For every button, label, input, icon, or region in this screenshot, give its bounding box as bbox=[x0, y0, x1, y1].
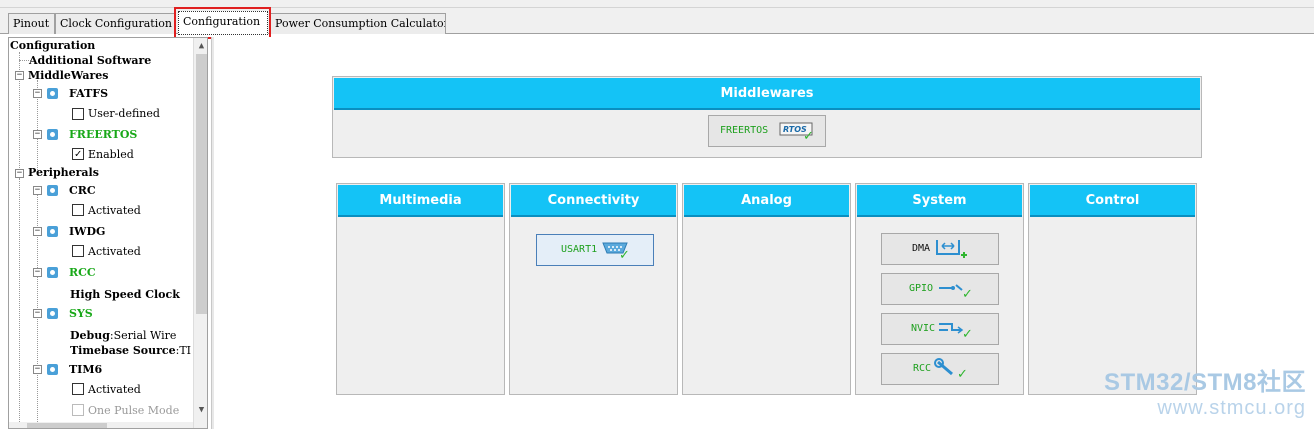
tree-fatfs[interactable]: FATFS bbox=[69, 87, 108, 101]
category-control: Control bbox=[1028, 183, 1197, 395]
control-header: Control bbox=[1030, 185, 1195, 217]
tree-content: Configuration Additional Software − Midd… bbox=[9, 38, 193, 428]
connectivity-header: Connectivity bbox=[511, 185, 676, 217]
tree-freertos[interactable]: FREERTOS bbox=[69, 128, 137, 142]
tab-configuration[interactable]: Configuration bbox=[178, 11, 268, 35]
collapse-icon[interactable]: − bbox=[33, 130, 42, 139]
tim6-activated-label: Activated bbox=[88, 383, 141, 396]
rcc-button[interactable]: RCC ✓ bbox=[881, 353, 999, 385]
crc-activated-checkbox[interactable] bbox=[72, 204, 84, 216]
gear-icon bbox=[47, 129, 58, 140]
gear-icon bbox=[47, 88, 58, 99]
tim6-activated-checkbox[interactable] bbox=[72, 383, 84, 395]
gear-icon bbox=[47, 226, 58, 237]
multimedia-header: Multimedia bbox=[338, 185, 503, 217]
hscroll-thumb[interactable] bbox=[27, 423, 107, 428]
top-strip bbox=[0, 0, 1314, 8]
scroll-down-icon[interactable]: ▼ bbox=[196, 404, 207, 416]
usart1-button[interactable]: USART1 ✓ bbox=[536, 234, 654, 266]
enabled-check-icon: ✓ bbox=[803, 129, 814, 144]
analog-header: Analog bbox=[684, 185, 849, 217]
system-header: System bbox=[857, 185, 1022, 217]
gear-icon bbox=[47, 185, 58, 196]
collapse-icon[interactable]: − bbox=[15, 169, 24, 178]
fatfs-user-defined-label: User-defined bbox=[88, 107, 160, 120]
gear-icon bbox=[47, 364, 58, 375]
tree-peripherals[interactable]: Peripherals bbox=[28, 166, 99, 180]
tim6-one-pulse-checkbox[interactable] bbox=[72, 404, 84, 416]
category-multimedia: Multimedia bbox=[336, 183, 505, 395]
collapse-icon[interactable]: − bbox=[33, 309, 42, 318]
dma-button[interactable]: DMA bbox=[881, 233, 999, 265]
enabled-check-icon: ✓ bbox=[962, 287, 973, 302]
freertos-enabled-label: Enabled bbox=[88, 148, 134, 161]
middlewares-panel: Middlewares FREERTOS RTOS ✓ bbox=[332, 76, 1202, 158]
tree-vertical-scrollbar[interactable]: ▲ ▼ bbox=[193, 38, 207, 428]
rcc-high-speed-clock[interactable]: High Speed Clock bbox=[70, 288, 180, 302]
freertos-enabled-checkbox[interactable]: ✓ bbox=[72, 148, 84, 160]
gear-icon bbox=[47, 267, 58, 278]
freertos-button[interactable]: FREERTOS RTOS ✓ bbox=[708, 115, 826, 147]
watermark-line2: www.stmcu.org bbox=[1157, 397, 1306, 419]
category-connectivity: Connectivity USART1 ✓ bbox=[509, 183, 678, 395]
tree-crc[interactable]: CRC bbox=[69, 184, 96, 198]
tree-middlewares[interactable]: MiddleWares bbox=[28, 69, 108, 83]
iwdg-activated-checkbox[interactable] bbox=[72, 245, 84, 257]
dma-icon bbox=[936, 240, 967, 258]
tab-power-consumption-calculator[interactable]: Power Consumption Calculator bbox=[270, 13, 446, 34]
category-system: System DMA GPIO ✓ NVIC ✓ RCC ✓ bbox=[855, 183, 1024, 395]
watermark: STM32/STM8社区 www.stmcu.org bbox=[1104, 369, 1306, 419]
tab-pinout[interactable]: Pinout bbox=[8, 13, 55, 34]
tab-bar: Pinout Clock Configuration Configuration… bbox=[0, 8, 1314, 35]
collapse-icon[interactable]: − bbox=[33, 227, 42, 236]
enabled-check-icon: ✓ bbox=[962, 327, 973, 342]
crc-activated-label: Activated bbox=[88, 204, 141, 217]
sys-debug[interactable]: Debug:Serial Wire bbox=[70, 329, 176, 343]
category-analog: Analog bbox=[682, 183, 851, 395]
watermark-line1: STM32/STM8社区 bbox=[1103, 369, 1306, 396]
iwdg-activated-label: Activated bbox=[88, 245, 141, 258]
tree-horizontal-scrollbar[interactable] bbox=[9, 422, 193, 428]
nvic-button[interactable]: NVIC ✓ bbox=[881, 313, 999, 345]
gear-icon bbox=[47, 308, 58, 319]
tree-tim6[interactable]: TIM6 bbox=[69, 363, 102, 377]
scroll-thumb[interactable] bbox=[196, 54, 207, 314]
tree-iwdg[interactable]: IWDG bbox=[69, 225, 105, 239]
enabled-check-icon: ✓ bbox=[957, 367, 968, 382]
collapse-icon[interactable]: − bbox=[33, 365, 42, 374]
tim6-one-pulse-label: One Pulse Mode bbox=[88, 404, 180, 417]
enabled-check-icon: ✓ bbox=[619, 248, 630, 263]
tree-rcc[interactable]: RCC bbox=[69, 266, 96, 280]
tree-root[interactable]: Configuration bbox=[10, 39, 95, 53]
collapse-icon[interactable]: − bbox=[33, 186, 42, 195]
scroll-up-icon[interactable]: ▲ bbox=[196, 40, 207, 52]
tree-sys[interactable]: SYS bbox=[69, 307, 93, 321]
middlewares-header: Middlewares bbox=[334, 78, 1200, 110]
collapse-icon[interactable]: − bbox=[33, 89, 42, 98]
tree-additional-software[interactable]: Additional Software bbox=[29, 54, 151, 68]
sys-timebase-source[interactable]: Timebase Source:TI bbox=[70, 344, 191, 358]
gpio-button[interactable]: GPIO ✓ bbox=[881, 273, 999, 305]
collapse-icon[interactable]: − bbox=[33, 268, 42, 277]
fatfs-user-defined-checkbox[interactable] bbox=[72, 108, 84, 120]
collapse-icon[interactable]: − bbox=[15, 71, 24, 80]
tab-clock-configuration[interactable]: Clock Configuration bbox=[55, 13, 176, 34]
configuration-tree: Configuration Additional Software − Midd… bbox=[8, 37, 208, 429]
